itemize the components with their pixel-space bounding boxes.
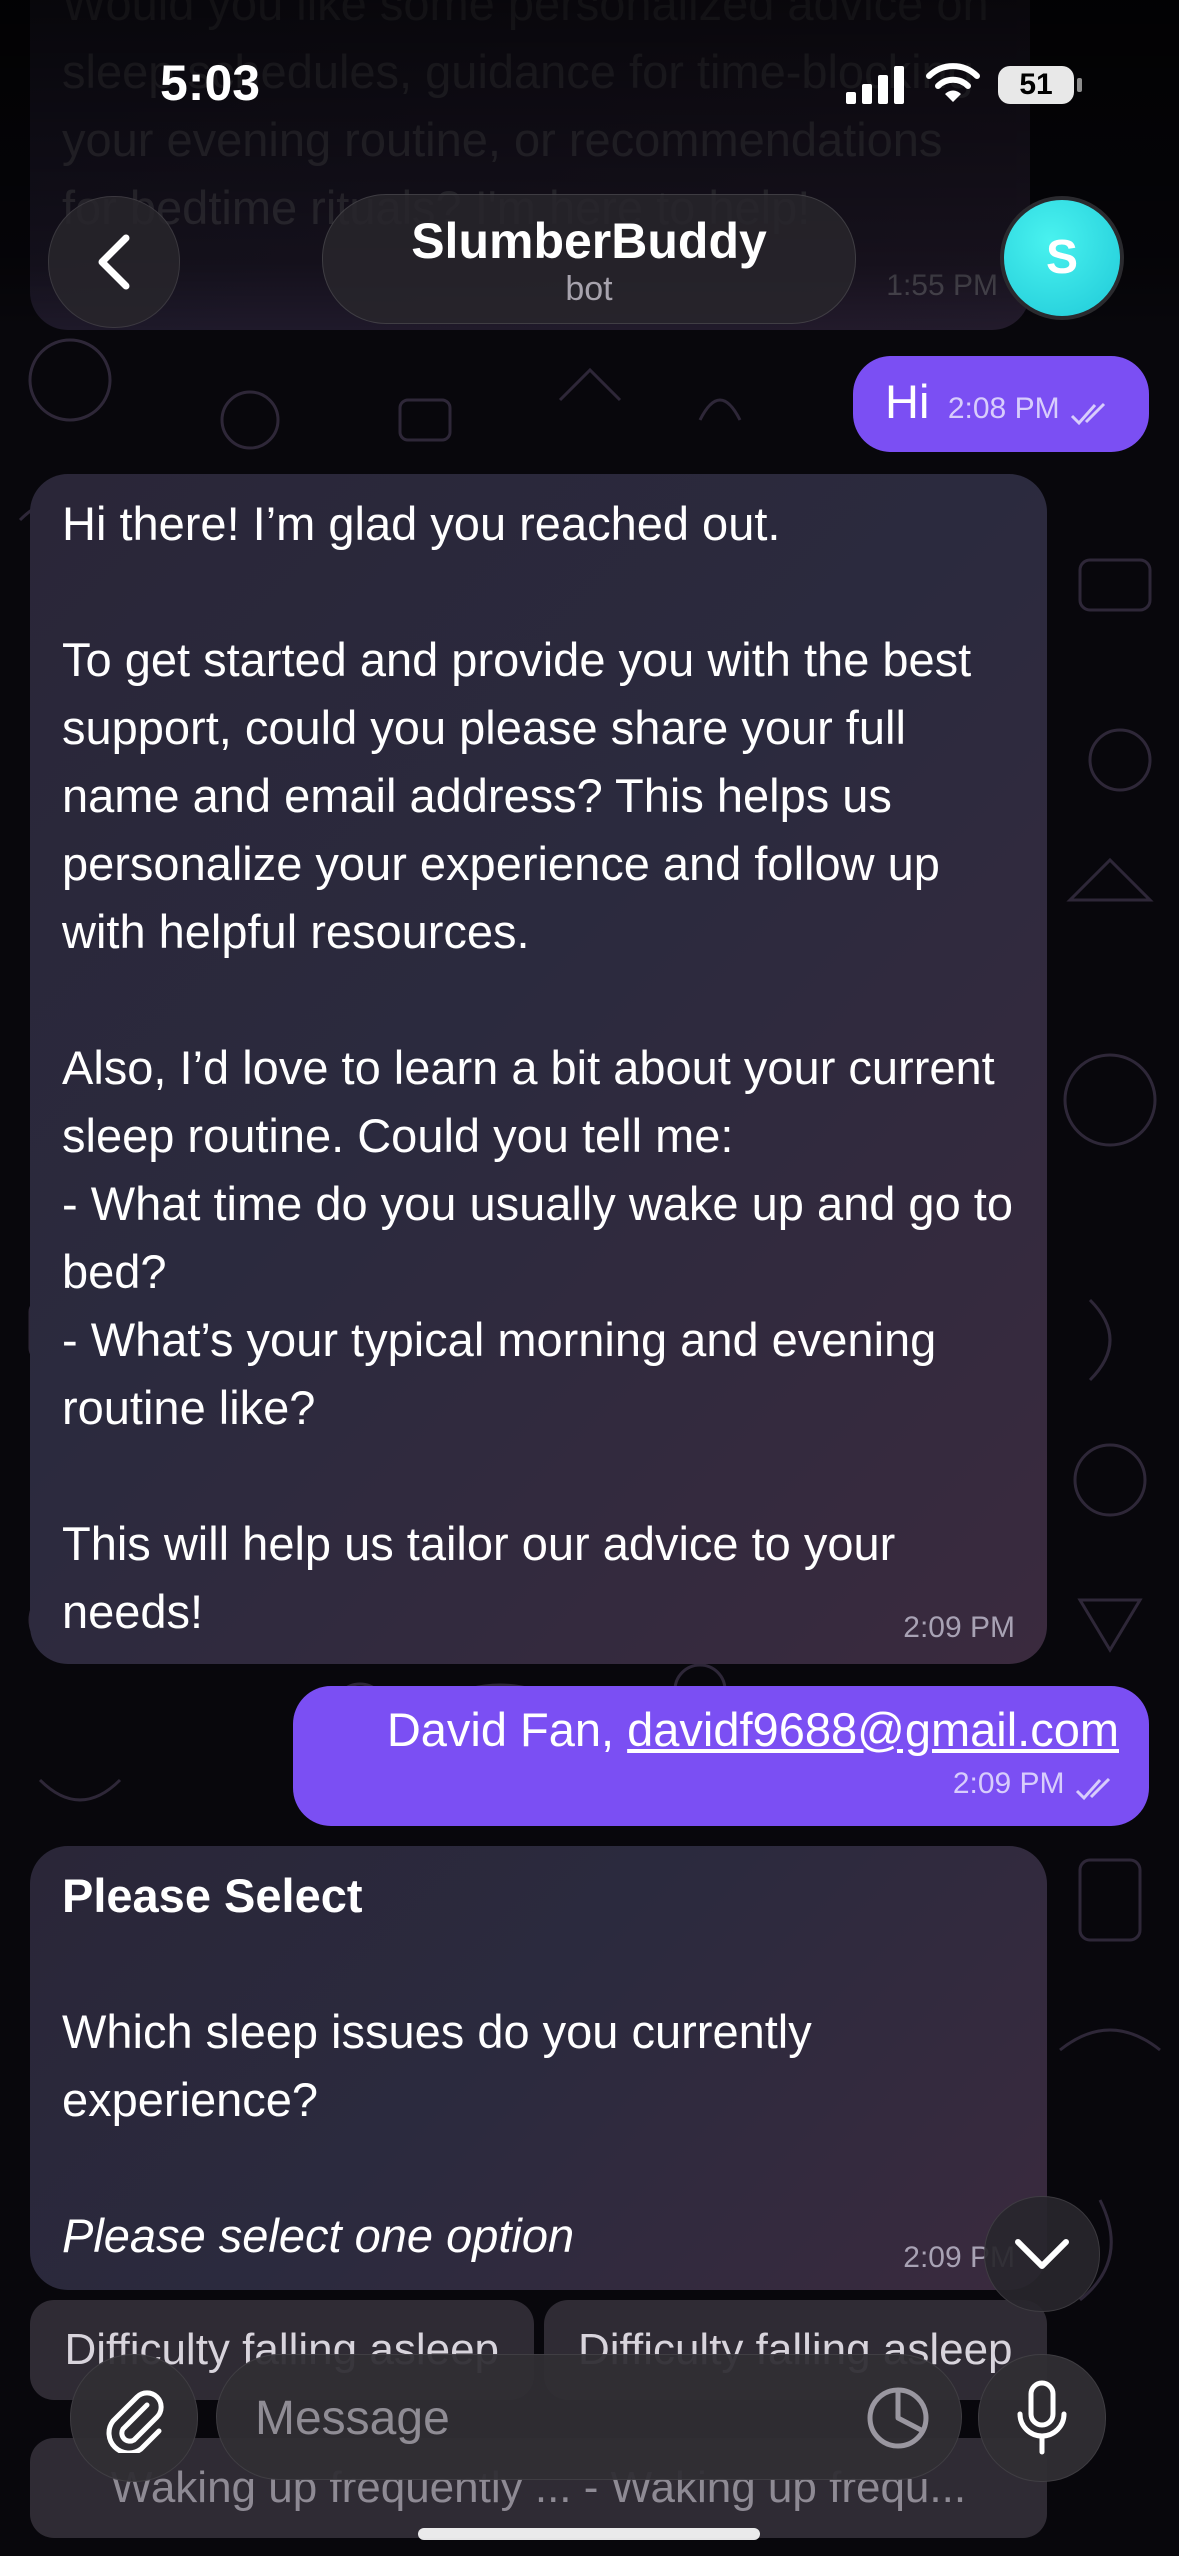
read-checkmarks-icon xyxy=(1075,1777,1111,1800)
chat-header: SlumberBuddy bot S xyxy=(0,190,1179,328)
message-text: Hi xyxy=(885,375,930,428)
message-paragraph: Also, I’d love to learn a bit about your… xyxy=(62,1041,1013,1434)
battery-icon: 51 xyxy=(998,66,1074,104)
message-hint: Please select one option xyxy=(62,2209,575,2262)
message-bot-intro: Hi there! I’m glad you reached out. To g… xyxy=(30,474,1047,1664)
chat-name: SlumberBuddy xyxy=(411,213,767,269)
message-text: David Fan, xyxy=(386,1703,628,1756)
microphone-icon xyxy=(1017,2380,1067,2455)
message-time: 2:08 PM xyxy=(947,392,1060,425)
read-checkmarks-icon xyxy=(1070,402,1106,425)
email-link[interactable]: davidf9688@gmail.com xyxy=(627,1703,1119,1756)
chat-subtitle: bot xyxy=(565,270,613,308)
message-paragraph: This will help us tailor our advice to y… xyxy=(62,1517,896,1638)
message-time: 2:09 PM xyxy=(903,1611,1015,1644)
message-user-hi: Hi 2:08 PM xyxy=(853,356,1149,452)
message-field[interactable] xyxy=(216,2354,962,2481)
chat-area[interactable]: Would you like some personalized advice … xyxy=(0,0,1179,2556)
message-heading: Please Select xyxy=(62,1869,363,1922)
status-time: 5:03 xyxy=(160,55,261,111)
message-paragraph: To get started and provide you with the … xyxy=(62,633,972,958)
message-bot-select: Please Select Which sleep issues do you … xyxy=(30,1846,1047,2290)
message-input[interactable] xyxy=(253,2355,857,2481)
battery-cap xyxy=(1077,78,1082,92)
scroll-down-button[interactable] xyxy=(984,2196,1100,2312)
paperclip-icon xyxy=(106,2390,164,2453)
avatar[interactable]: S xyxy=(1000,196,1124,320)
chevron-down-icon xyxy=(1015,2239,1069,2269)
sticker-icon[interactable] xyxy=(863,2383,933,2453)
wifi-icon xyxy=(926,63,980,102)
back-button[interactable] xyxy=(48,196,180,328)
microphone-button[interactable] xyxy=(978,2354,1106,2482)
message-input-bar xyxy=(0,2340,1179,2490)
status-bar: 5:03 51 xyxy=(0,0,1179,170)
cellular-signal-icon xyxy=(846,66,904,104)
chevron-left-icon xyxy=(98,234,130,290)
message-question: Which sleep issues do you currently expe… xyxy=(62,2005,812,2126)
message-user-contact: David Fan, davidf9688@gmail.com 2:09 PM xyxy=(293,1686,1149,1826)
attach-button[interactable] xyxy=(70,2354,198,2482)
message-paragraph: Hi there! I’m glad you reached out. xyxy=(62,497,781,550)
message-time: 2:09 PM xyxy=(952,1767,1065,1800)
chat-title[interactable]: SlumberBuddy bot xyxy=(322,194,856,324)
home-indicator xyxy=(418,2528,760,2540)
